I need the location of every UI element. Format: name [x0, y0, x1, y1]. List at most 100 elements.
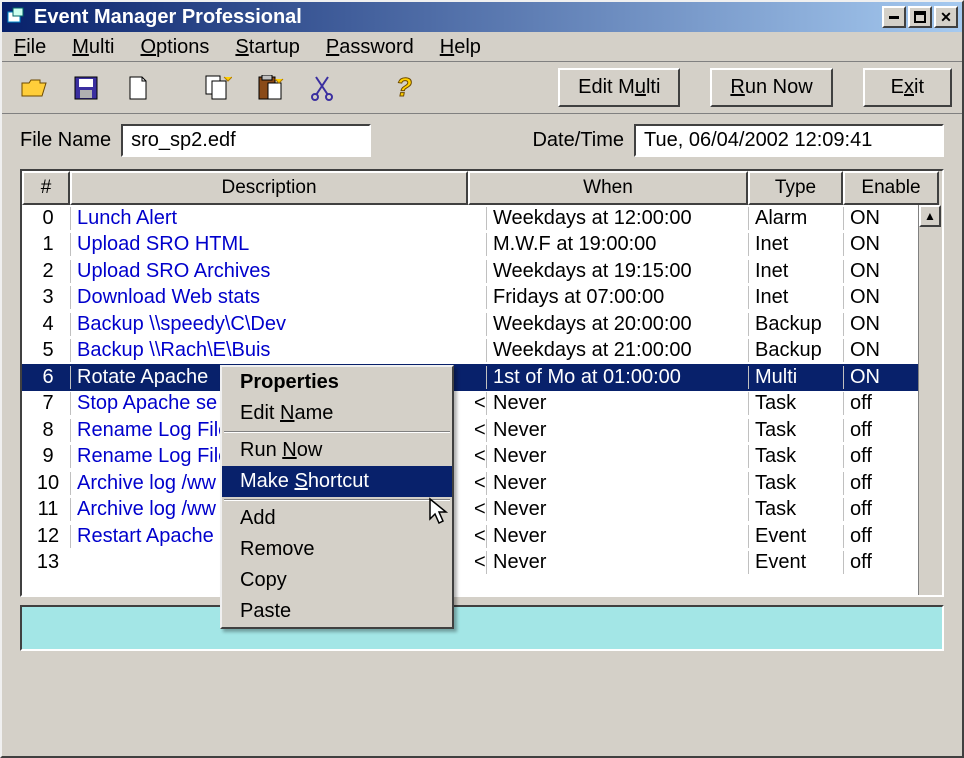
row-num: 10 [22, 472, 70, 495]
vertical-scrollbar[interactable]: ▲ [918, 205, 942, 595]
copy-icon[interactable] [196, 70, 240, 106]
cut-icon[interactable] [300, 70, 344, 106]
datetime-label: Date/Time [532, 129, 624, 152]
col-type-header[interactable]: Type [748, 171, 843, 205]
row-arrow: <- [468, 419, 486, 442]
event-list: # Description When Type Enable 0Lunch Al… [20, 169, 944, 597]
table-row[interactable]: 6Rotate Apache1st of Mo at 01:00:00Multi… [22, 364, 942, 391]
context-menu-separator [224, 431, 450, 433]
col-when-header[interactable]: When [468, 171, 748, 205]
app-window: Event Manager Professional ✕ File Multi … [0, 0, 964, 758]
file-name-label: File Name [20, 129, 111, 152]
table-row[interactable]: 4Backup \\speedy\C\DevWeekdays at 20:00:… [22, 311, 942, 338]
table-row[interactable]: 5Backup \\Rach\E\Buis Weekdays at 21:00:0… [22, 338, 942, 365]
context-menu: PropertiesEdit Name Run NowMake Shortcut A… [220, 365, 454, 629]
row-when: M.W.F at 19:00:00 [486, 233, 748, 256]
row-when: Never [486, 392, 748, 415]
row-num: 7 [22, 392, 70, 415]
table-row[interactable]: 11Archive log /ww<-NeverTaskoff [22, 497, 942, 524]
row-num: 6 [22, 366, 70, 389]
row-when: Never [486, 472, 748, 495]
paste-icon[interactable] [248, 70, 292, 106]
menu-options[interactable]: Options [140, 36, 209, 59]
titlebar[interactable]: Event Manager Professional ✕ [2, 2, 962, 32]
row-type: Inet [748, 286, 843, 309]
context-menu-item[interactable]: Copy [222, 565, 452, 596]
save-icon[interactable] [64, 70, 108, 106]
context-menu-item[interactable]: Add [222, 503, 452, 534]
menu-password[interactable]: Password [326, 36, 414, 59]
row-type: Task [748, 472, 843, 495]
row-desc: Upload SRO Archives [70, 260, 468, 283]
context-menu-separator [224, 499, 450, 501]
row-type: Task [748, 392, 843, 415]
row-arrow: <- [468, 551, 486, 574]
context-menu-item[interactable]: Make Shortcut [222, 466, 452, 497]
row-num: 3 [22, 286, 70, 309]
table-row[interactable]: 7Stop Apache se<-NeverTaskoff [22, 391, 942, 418]
context-menu-item[interactable]: Properties [222, 367, 452, 398]
table-row[interactable]: 13<-NeverEventoff [22, 550, 942, 577]
app-icon [6, 6, 28, 28]
table-row[interactable]: 2Upload SRO ArchivesWeekdays at 19:15:00… [22, 258, 942, 285]
row-when: Never [486, 445, 748, 468]
menubar: File Multi Options Startup Password Help [2, 32, 962, 62]
row-when: Weekdays at 19:15:00 [486, 260, 748, 283]
table-row[interactable]: 12Restart Apache<-NeverEventoff [22, 523, 942, 550]
table-row[interactable]: 1Upload SRO HTMLM.W.F at 19:00:00InetON [22, 232, 942, 259]
menu-multi[interactable]: Multi [72, 36, 114, 59]
row-when: Never [486, 498, 748, 521]
row-when: 1st of Mo at 01:00:00 [486, 366, 748, 389]
titlebar-text: Event Manager Professional [34, 6, 882, 29]
context-menu-item[interactable]: Run Now [222, 435, 452, 466]
table-row[interactable]: 8Rename Log File<-NeverTaskoff [22, 417, 942, 444]
row-num: 5 [22, 339, 70, 362]
row-type: Event [748, 525, 843, 548]
row-desc: Backup \\Rach\E\Buis [70, 339, 468, 362]
scroll-up-button[interactable]: ▲ [919, 205, 941, 227]
table-row[interactable]: 10Archive log /ww<-NeverTaskoff [22, 470, 942, 497]
form-row: File Name sro_sp2.edf Date/Time Tue, 06/… [2, 114, 962, 165]
col-enable-header[interactable]: Enable [843, 171, 939, 205]
column-headers: # Description When Type Enable [22, 171, 942, 205]
context-menu-item[interactable]: Edit Name [222, 398, 452, 429]
help-icon[interactable]: ? [380, 70, 424, 106]
col-desc-header[interactable]: Description [70, 171, 468, 205]
row-desc: Upload SRO HTML [70, 233, 468, 256]
run-now-button[interactable]: Run Now [710, 68, 832, 107]
col-num-header[interactable]: # [22, 171, 70, 205]
row-arrow: <- [468, 392, 486, 415]
table-row[interactable]: 9Rename Log File<-NeverTaskoff [22, 444, 942, 471]
maximize-button[interactable] [908, 6, 932, 28]
row-type: Alarm [748, 207, 843, 230]
table-row[interactable]: 0Lunch AlertWeekdays at 12:00:00AlarmON [22, 205, 942, 232]
status-bar [20, 605, 944, 651]
row-type: Task [748, 419, 843, 442]
datetime-field[interactable]: Tue, 06/04/2002 12:09:41 [634, 124, 944, 157]
context-menu-item[interactable]: Remove [222, 534, 452, 565]
row-type: Task [748, 445, 843, 468]
row-when: Weekdays at 21:00:00 [486, 339, 748, 362]
context-menu-item[interactable]: Paste [222, 596, 452, 627]
toolbar: ? Edit Multi Run Now Exit [2, 62, 962, 114]
menu-help[interactable]: Help [440, 36, 481, 59]
exit-button[interactable]: Exit [863, 68, 952, 107]
row-arrow: <- [468, 445, 486, 468]
file-name-field[interactable]: sro_sp2.edf [121, 124, 371, 157]
new-icon[interactable] [116, 70, 160, 106]
row-type: Task [748, 498, 843, 521]
row-num: 0 [22, 207, 70, 230]
menu-startup[interactable]: Startup [235, 36, 300, 59]
open-icon[interactable] [12, 70, 56, 106]
row-num: 1 [22, 233, 70, 256]
edit-multi-button[interactable]: Edit Multi [558, 68, 680, 107]
close-button[interactable]: ✕ [934, 6, 958, 28]
row-when: Never [486, 551, 748, 574]
table-row[interactable]: 3Download Web statsFridays at 07:00:00In… [22, 285, 942, 312]
menu-file[interactable]: File [14, 36, 46, 59]
minimize-button[interactable] [882, 6, 906, 28]
row-when: Weekdays at 20:00:00 [486, 313, 748, 336]
rows-container: 0Lunch AlertWeekdays at 12:00:00AlarmON1… [22, 205, 942, 595]
row-type: Inet [748, 233, 843, 256]
row-when: Never [486, 525, 748, 548]
